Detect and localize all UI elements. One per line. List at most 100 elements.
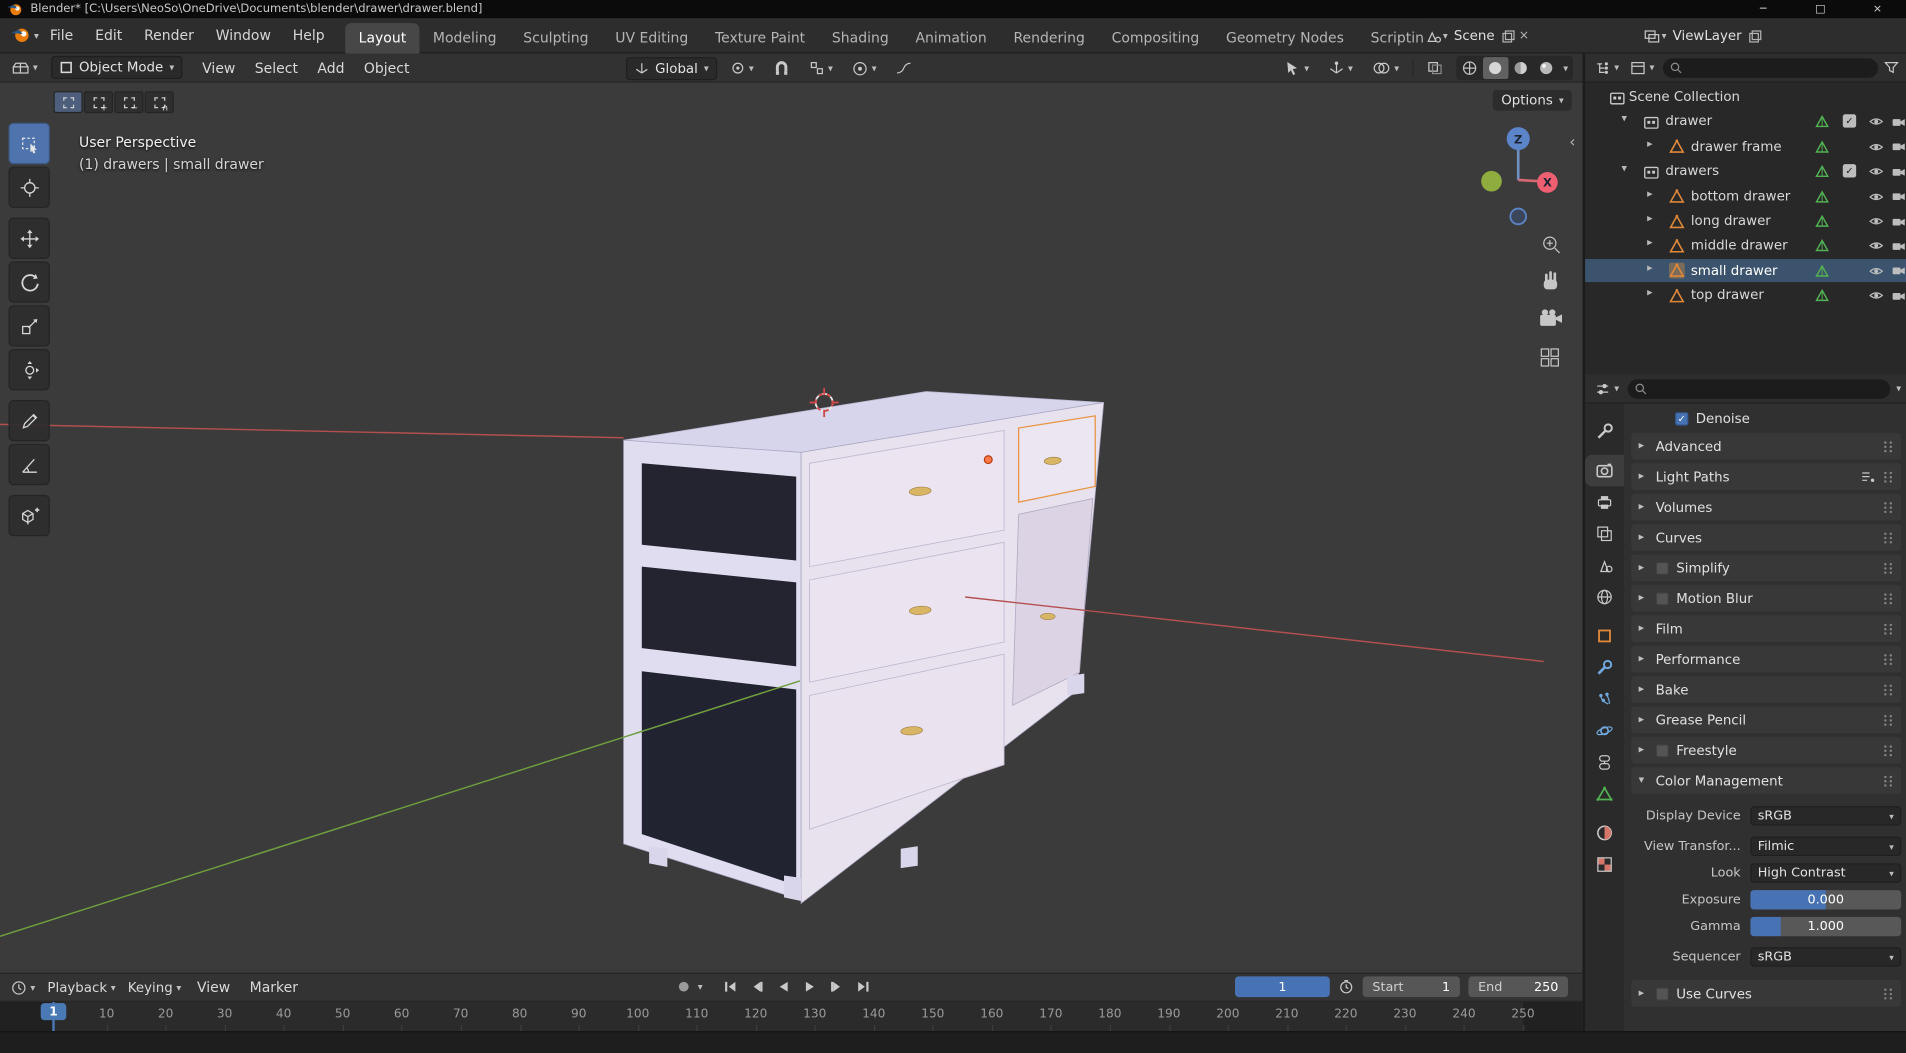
panel-expander-icon[interactable]: ▸ (1639, 531, 1649, 543)
outliner-row-long-drawer[interactable]: ▸ long drawer (1585, 209, 1906, 232)
panel-grip-icon[interactable] (1883, 774, 1894, 787)
outliner-row-top-drawer[interactable]: ▸ top drawer (1585, 284, 1906, 307)
orientation-dropdown[interactable]: Global ▾ (626, 56, 718, 80)
simplify-checkbox[interactable] (1655, 561, 1669, 575)
playback-menu[interactable]: Playback ▾ (41, 975, 121, 999)
play-button[interactable] (797, 976, 821, 997)
panel-light-paths[interactable]: ▸ Light Paths (1631, 463, 1902, 491)
minimize-button[interactable]: ─ (1735, 0, 1792, 18)
preview-range-icon[interactable] (1338, 979, 1354, 995)
properties-tab-modifiers[interactable] (1585, 652, 1624, 684)
panel-expander-icon[interactable]: ▸ (1639, 623, 1649, 635)
properties-tab-object-data[interactable] (1585, 778, 1624, 810)
workspace-tab-modeling[interactable]: Modeling (420, 22, 510, 52)
ortho-grid-icon[interactable] (1540, 348, 1559, 367)
overlays-dropdown[interactable]: ▾ (1366, 56, 1405, 80)
panel-grip-icon[interactable] (1883, 622, 1894, 635)
pivot-dropdown[interactable]: ▾ (725, 56, 760, 80)
collection-checkbox[interactable]: ✓ (1842, 164, 1857, 178)
outliner-editor-type-button[interactable]: ▾ (1592, 55, 1621, 79)
expander-icon[interactable]: ▸ (1647, 238, 1653, 250)
proportional-edit-toggle[interactable]: ▾ (846, 56, 882, 80)
freestyle-checkbox[interactable] (1655, 743, 1669, 757)
viewport-menu-select[interactable]: Select (245, 53, 308, 82)
outliner-row-bottom-drawer[interactable]: ▸ bottom drawer (1585, 184, 1906, 207)
panel-motion-blur[interactable]: ▸ Motion Blur (1631, 584, 1902, 612)
tool-move-button[interactable] (8, 217, 50, 259)
panel-grease-pencil[interactable]: ▸ Grease Pencil (1631, 706, 1902, 734)
properties-tab-physics[interactable] (1585, 715, 1624, 747)
expander-icon[interactable]: ▸ (1647, 262, 1653, 274)
tool-cursor-button[interactable] (8, 166, 50, 208)
use-curves-checkbox[interactable] (1655, 986, 1669, 1001)
workspace-tab-shading[interactable]: Shading (819, 22, 903, 52)
camera-view-icon[interactable] (1540, 309, 1562, 326)
shading-solid-button[interactable] (1482, 57, 1509, 80)
presets-icon[interactable] (1860, 469, 1876, 484)
expander-icon[interactable]: ▾ (1622, 163, 1628, 175)
options-button[interactable]: Options ▾ (1492, 89, 1573, 111)
properties-tab-object[interactable] (1585, 620, 1624, 652)
gizmo-y-axis[interactable] (1481, 170, 1502, 192)
panel-grip-icon[interactable] (1883, 713, 1894, 726)
tool-add-cube-button[interactable] (8, 494, 50, 537)
eye-icon[interactable] (1868, 288, 1884, 304)
expander-icon[interactable]: ▸ (1647, 188, 1653, 200)
eye-icon[interactable] (1868, 213, 1884, 229)
expander-icon[interactable]: ▸ (1647, 287, 1653, 299)
sidebar-collapse-icon[interactable]: ‹ (1569, 134, 1575, 152)
properties-editor-type-button[interactable]: ▾ (1592, 376, 1621, 400)
panel-simplify[interactable]: ▸ Simplify (1631, 554, 1902, 582)
select-mode-extend-button[interactable]: + (83, 91, 114, 114)
proportional-falloff-icon[interactable] (890, 56, 918, 80)
end-frame-field[interactable]: End 250 (1468, 976, 1569, 998)
workspace-tab-texture-paint[interactable]: Texture Paint (702, 22, 819, 52)
viewport-menu-object[interactable]: Object (354, 53, 419, 82)
timeline-ruler[interactable]: 1 10 20 30 40 50 60 70 80 90 100 110 120 130 140 150 16… (0, 1001, 1583, 1032)
panel-color-management[interactable]: ▾ Color Management (1631, 767, 1902, 795)
dresser-model[interactable] (0, 391, 1105, 937)
expander-icon[interactable]: ▸ (1647, 138, 1653, 150)
panel-grip-icon[interactable] (1883, 987, 1894, 1000)
viewport-menu-add[interactable]: Add (308, 53, 355, 82)
play-reverse-button[interactable] (771, 976, 795, 997)
sequencer-dropdown[interactable]: sRGB ▾ (1750, 947, 1902, 967)
new-viewlayer-icon[interactable] (1748, 29, 1763, 44)
scene-name[interactable]: Scene (1451, 28, 1497, 44)
panel-grip-icon[interactable] (1883, 500, 1894, 513)
outliner-row-drawer[interactable]: ▾ drawer ✓ (1585, 110, 1906, 133)
new-scene-icon[interactable] (1501, 29, 1516, 44)
selectability-dropdown[interactable]: ▾ (1279, 56, 1315, 80)
camera-visibility-icon[interactable] (1890, 238, 1906, 254)
camera-visibility-icon[interactable] (1890, 114, 1906, 130)
panel-grip-icon[interactable] (1883, 592, 1894, 605)
viewlayer-name[interactable]: ViewLayer (1670, 28, 1744, 44)
panel-freestyle[interactable]: ▸ Freestyle (1631, 736, 1902, 764)
shading-rendered-button[interactable] (1534, 57, 1560, 79)
panel-performance[interactable]: ▸ Performance (1631, 645, 1902, 673)
tool-annotate-button[interactable] (8, 400, 50, 442)
panel-grip-icon[interactable] (1883, 561, 1894, 574)
denoise-checkbox[interactable]: ✓ (1675, 411, 1689, 425)
camera-visibility-icon[interactable] (1890, 213, 1906, 229)
panel-grip-icon[interactable] (1883, 652, 1894, 665)
timeline-editor-type-button[interactable]: ▾ (5, 975, 41, 999)
panel-bake[interactable]: ▸ Bake (1631, 676, 1902, 703)
panel-volumes[interactable]: ▸ Volumes (1631, 493, 1902, 521)
start-frame-field[interactable]: Start 1 (1362, 976, 1460, 998)
panel-expander-icon[interactable]: ▸ (1639, 653, 1649, 665)
viewlayer-browse-button[interactable]: ▾ (1643, 29, 1667, 44)
gizmos-dropdown[interactable]: ▾ (1322, 56, 1358, 80)
collection-checkbox[interactable]: ✓ (1842, 114, 1857, 129)
panel-expander-icon[interactable]: ▸ (1639, 714, 1649, 726)
jump-to-start-button[interactable] (717, 976, 741, 997)
shading-material-button[interactable] (1508, 57, 1534, 79)
eye-icon[interactable] (1868, 114, 1884, 130)
tool-select-box-button[interactable] (8, 122, 50, 165)
properties-tab-render[interactable] (1585, 454, 1624, 487)
view-transfor-dropdown[interactable]: Filmic ▾ (1750, 836, 1902, 857)
workspace-tab-animation[interactable]: Animation (902, 22, 1000, 52)
current-frame-field[interactable]: 1 (1235, 976, 1330, 998)
camera-visibility-icon[interactable] (1890, 189, 1906, 205)
camera-visibility-icon[interactable] (1890, 139, 1906, 155)
